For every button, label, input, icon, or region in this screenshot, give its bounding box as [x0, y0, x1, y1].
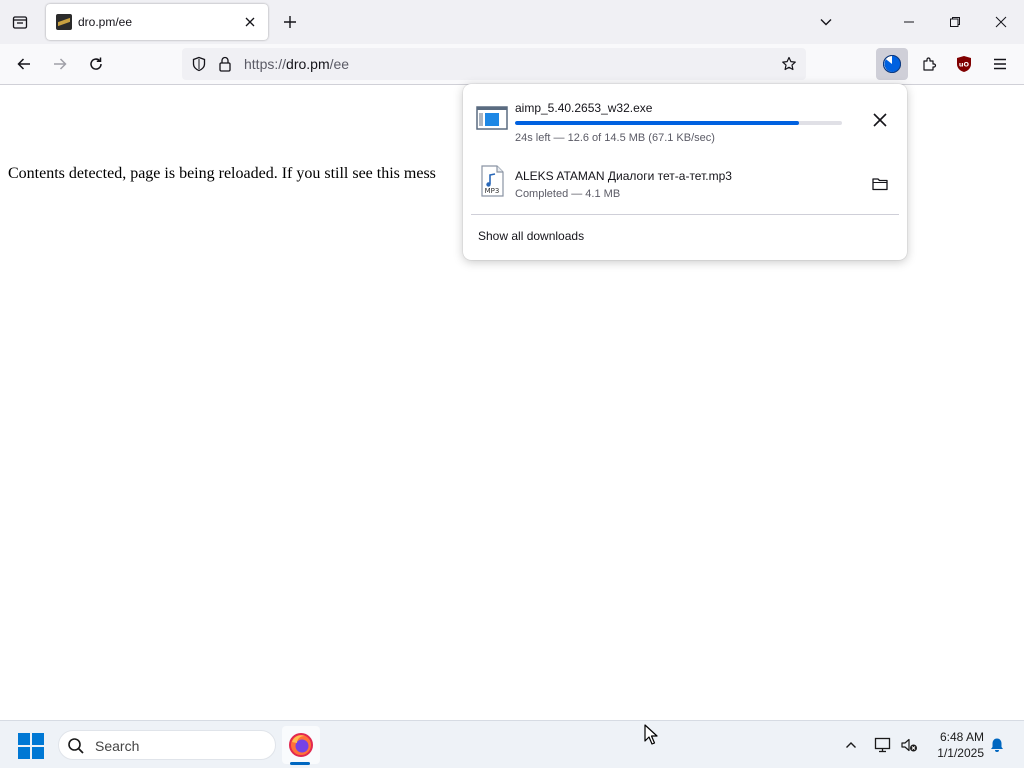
download-status: 24s left — 12.6 of 14.5 MB (67.1 KB/sec)	[515, 132, 715, 144]
notifications-button[interactable]	[985, 733, 1009, 757]
download-progress-icon	[883, 55, 901, 73]
download-filename: ALEKS ATAMAN Диалоги тет-а-тет.mp3	[515, 169, 732, 183]
app-menu-button[interactable]	[986, 50, 1014, 78]
site-info-button[interactable]	[216, 56, 234, 72]
url-host: dro.pm	[286, 56, 330, 72]
bell-icon	[991, 738, 1003, 752]
start-button[interactable]	[18, 733, 44, 759]
mouse-cursor-icon	[644, 724, 658, 745]
site-favicon-icon	[56, 14, 72, 30]
close-icon	[995, 16, 1007, 28]
search-placeholder: Search	[95, 738, 140, 754]
windows-logo-icon	[18, 747, 30, 759]
navigation-toolbar: https://dro.pm/ee uO	[0, 44, 1024, 85]
firefox-view-icon	[12, 16, 28, 29]
chevron-up-icon	[846, 742, 856, 748]
download-item-aimp[interactable]: aimp_5.40.2653_w32.exe 24s left — 12.6 o…	[471, 88, 899, 148]
tracking-protection-button[interactable]	[190, 56, 208, 72]
speaker-muted-icon	[901, 738, 917, 752]
volume-button[interactable]	[897, 733, 921, 757]
restore-icon	[950, 17, 960, 27]
download-status: Completed — 4.1 MB	[515, 188, 621, 200]
close-window-button[interactable]	[978, 0, 1024, 44]
hamburger-menu-icon	[994, 58, 1006, 70]
extensions-button[interactable]	[915, 50, 943, 78]
clock-time: 6:48 AM	[939, 730, 984, 744]
url-path: /ee	[329, 56, 350, 72]
folder-icon	[872, 178, 888, 191]
new-tab-button[interactable]	[278, 10, 302, 34]
clock-date: 1/1/2025	[937, 746, 984, 760]
list-all-tabs-button[interactable]	[814, 10, 838, 34]
firefox-taskbar-button[interactable]	[282, 726, 320, 764]
windows-logo-icon	[32, 747, 44, 759]
system-clock[interactable]: 6:48 AM 1/1/2025	[926, 729, 984, 761]
ublock-origin-button[interactable]: uO	[950, 50, 978, 78]
forward-button[interactable]	[45, 50, 75, 78]
minimize-icon	[904, 21, 914, 23]
arrow-right-icon	[54, 58, 67, 70]
url-bar[interactable]: https://dro.pm/ee	[182, 48, 806, 80]
download-item-mp3[interactable]: MP3 ALEKS ATAMAN Диалоги тет-а-тет.mp3 C…	[471, 152, 899, 212]
screen: dro.pm/ee https://dro.pm/ee uO Contents …	[0, 0, 1024, 768]
tab-close-button[interactable]	[240, 12, 260, 32]
close-icon	[873, 113, 887, 127]
network-button[interactable]	[871, 733, 895, 757]
taskbar-search-box[interactable]: Search	[58, 730, 276, 760]
close-icon	[245, 17, 255, 27]
star-icon	[782, 56, 796, 71]
reload-button[interactable]	[81, 50, 111, 78]
download-progress-bar	[515, 121, 842, 125]
firefox-icon	[289, 733, 313, 757]
windows-logo-icon	[18, 733, 30, 745]
page-message: Contents detected, page is being reloade…	[8, 165, 436, 182]
search-icon	[68, 738, 84, 754]
svg-text:uO: uO	[959, 61, 970, 69]
lock-icon	[219, 56, 231, 72]
active-app-indicator	[290, 762, 310, 765]
reload-icon	[90, 57, 102, 70]
mp3-icon-label: MP3	[484, 187, 500, 195]
puzzle-piece-icon	[923, 57, 937, 71]
downloads-separator	[471, 214, 899, 215]
downloads-panel: aimp_5.40.2653_w32.exe 24s left — 12.6 o…	[463, 84, 907, 260]
chevron-down-icon	[820, 19, 832, 26]
ublock-shield-icon: uO	[957, 56, 971, 72]
firefox-view-button[interactable]	[6, 8, 34, 36]
taskbar: Search 6:48 AM 1/1/2025	[0, 720, 1024, 768]
minimize-button[interactable]	[886, 0, 932, 44]
exe-file-icon	[475, 100, 509, 134]
mp3-file-icon: MP3	[475, 164, 509, 198]
cancel-download-button[interactable]	[864, 104, 896, 136]
bookmark-star-button[interactable]	[780, 56, 798, 72]
tab-strip: dro.pm/ee	[0, 0, 1024, 44]
downloads-button[interactable]	[876, 48, 908, 80]
show-hidden-icons-button[interactable]	[839, 733, 863, 757]
show-in-folder-button[interactable]	[864, 168, 896, 200]
url-scheme: https://	[244, 56, 287, 72]
shield-icon	[192, 56, 206, 72]
arrow-left-icon	[17, 58, 30, 70]
url-text[interactable]: https://dro.pm/ee	[244, 56, 349, 72]
download-progress-fill	[515, 121, 800, 125]
download-filename: aimp_5.40.2653_w32.exe	[515, 101, 653, 115]
show-all-downloads-button[interactable]: Show all downloads	[478, 229, 584, 243]
tab-title: dro.pm/ee	[78, 15, 133, 29]
windows-logo-icon	[32, 733, 44, 745]
network-icon	[874, 737, 891, 753]
back-button[interactable]	[9, 50, 39, 78]
tab-active[interactable]: dro.pm/ee	[46, 4, 268, 40]
plus-icon	[284, 16, 296, 28]
restore-button[interactable]	[932, 0, 978, 44]
